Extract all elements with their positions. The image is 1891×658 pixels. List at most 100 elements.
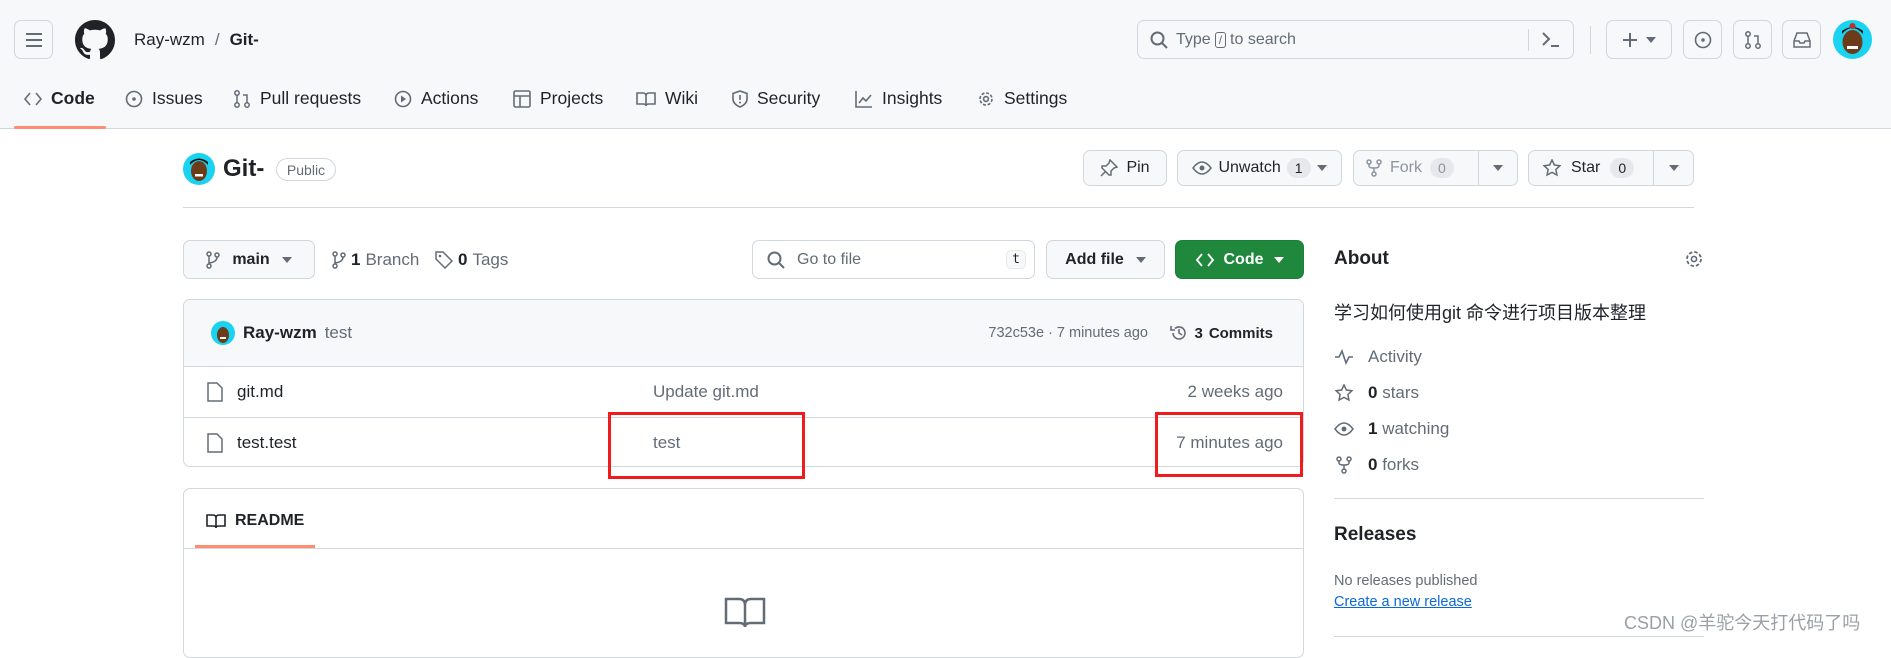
owner-link[interactable]: Ray-wzm [134, 30, 205, 50]
star-dropdown-caret[interactable] [1669, 165, 1679, 171]
book-icon [636, 91, 656, 107]
file-name[interactable]: git.md [237, 382, 283, 402]
commits-count: 3 [1194, 324, 1203, 342]
pin-icon [1100, 159, 1119, 177]
tab-actions[interactable]: Actions [394, 88, 478, 109]
fork-label[interactable]: Fork [1390, 159, 1422, 177]
sidebar-divider [1334, 636, 1704, 637]
pin-label: Pin [1126, 159, 1150, 176]
tab-settings[interactable]: Settings [977, 88, 1067, 109]
create-release-link[interactable]: Create a new release [1334, 594, 1472, 610]
watching-count: 1 [1368, 419, 1378, 438]
caret-down-icon [1273, 256, 1284, 263]
go-to-file-input[interactable]: Go to file t [752, 240, 1035, 279]
shield-icon [732, 89, 748, 108]
tab-security[interactable]: Security [732, 88, 820, 109]
inbox-button[interactable] [1782, 20, 1821, 59]
star-label[interactable]: Star [1571, 159, 1600, 177]
file-commit-message[interactable]: Update git.md [653, 382, 759, 402]
caret-down-icon [1316, 165, 1327, 171]
search-icon [767, 251, 785, 269]
history-icon [1170, 324, 1188, 342]
tab-wiki[interactable]: Wiki [636, 88, 698, 109]
sidebar-divider [1334, 498, 1704, 499]
tab-label: Issues [152, 88, 203, 108]
active-tab-underline [14, 126, 106, 129]
global-header: Ray-wzm / Git- Type / to search Code Iss… [0, 0, 1891, 129]
watching-label: watching [1382, 419, 1450, 438]
menu-button[interactable] [14, 20, 53, 59]
search-shortcut-key: / [1214, 31, 1227, 48]
commits-label: Commits [1208, 324, 1273, 342]
user-avatar[interactable] [1833, 20, 1872, 59]
tab-issues[interactable]: Issues [125, 88, 203, 109]
command-palette-icon[interactable] [1541, 30, 1561, 48]
forks-link[interactable]: 0 forks [1334, 455, 1419, 475]
visibility-badge: Public [276, 158, 336, 181]
activity-link[interactable]: Activity [1334, 347, 1422, 367]
about-title: About [1334, 248, 1389, 269]
highlight-box-message [608, 412, 805, 479]
tab-label: Pull requests [260, 88, 362, 108]
forks-count: 0 [1368, 455, 1378, 474]
branch-selector[interactable]: main [183, 240, 315, 279]
code-label: Code [1223, 250, 1264, 268]
create-new-button[interactable] [1606, 20, 1672, 59]
tab-code[interactable]: Code [24, 88, 95, 109]
caret-down-icon [1646, 36, 1656, 43]
unwatch-button[interactable]: Unwatch 1 [1177, 150, 1342, 186]
issue-icon [1694, 31, 1712, 49]
table-icon [513, 89, 531, 108]
commits-link[interactable]: 3 Commits [1170, 324, 1273, 342]
book-icon [206, 513, 226, 529]
tab-label: Wiki [665, 88, 699, 108]
fork-dropdown-caret[interactable] [1493, 165, 1503, 171]
readme-tab[interactable]: README [206, 512, 304, 530]
fork-icon [1366, 159, 1382, 177]
commit-hash[interactable]: 732c53e [988, 325, 1044, 341]
plus-icon [1622, 32, 1638, 48]
breadcrumb-separator: / [214, 30, 220, 49]
tags-link[interactable]: 0 Tags [435, 250, 508, 270]
tab-label: Security [757, 88, 821, 108]
commit-message[interactable]: test [325, 323, 352, 343]
file-name[interactable]: test.test [237, 433, 297, 453]
search-icon [1150, 31, 1168, 49]
tab-pull-requests[interactable]: Pull requests [233, 88, 361, 109]
pull-requests-button[interactable] [1733, 20, 1772, 59]
code-icon [1195, 252, 1214, 267]
stars-count: 0 [1368, 383, 1378, 402]
add-file-button[interactable]: Add file [1046, 240, 1165, 279]
branches-label: Branch [365, 250, 420, 269]
repo-name[interactable]: Git- [223, 155, 264, 183]
pin-button[interactable]: Pin [1083, 150, 1167, 186]
hamburger-icon [25, 32, 43, 47]
table-row[interactable]: git.md Update git.md 2 weeks ago [184, 366, 1303, 417]
releases-title[interactable]: Releases [1334, 524, 1416, 546]
branches-link[interactable]: 1 Branch [332, 250, 419, 270]
commit-author[interactable]: Ray-wzm [243, 323, 317, 343]
gear-icon[interactable] [1684, 249, 1704, 269]
tab-insights[interactable]: Insights [855, 88, 942, 109]
tab-label: Insights [882, 88, 943, 108]
commit-meta: 732c53e · 7 minutes ago [988, 325, 1148, 341]
pull-request-icon [1744, 30, 1762, 50]
file-commit-time: 2 weeks ago [1187, 382, 1283, 401]
issues-button[interactable] [1683, 20, 1722, 59]
repo-link[interactable]: Git- [230, 30, 259, 50]
github-logo[interactable] [75, 20, 115, 60]
search-placeholder-suffix: to search [1230, 30, 1296, 48]
latest-commit-bar: Ray-wzm test 732c53e · 7 minutes ago 3 Comm… [184, 300, 1303, 366]
commit-author-avatar [211, 321, 235, 345]
code-button[interactable]: Code [1175, 240, 1304, 279]
tab-projects[interactable]: Projects [513, 88, 603, 109]
no-releases-text: No releases published [1334, 573, 1478, 589]
search-placeholder: Type [1176, 30, 1211, 48]
tab-label: Settings [1004, 88, 1068, 108]
stars-link[interactable]: 0 stars [1334, 383, 1419, 403]
search-input[interactable]: Type / to search [1137, 20, 1574, 59]
caret-down-icon [1135, 256, 1146, 263]
graph-icon [855, 90, 873, 108]
star-icon [1543, 159, 1561, 177]
watching-link[interactable]: 1 watching [1334, 419, 1449, 439]
